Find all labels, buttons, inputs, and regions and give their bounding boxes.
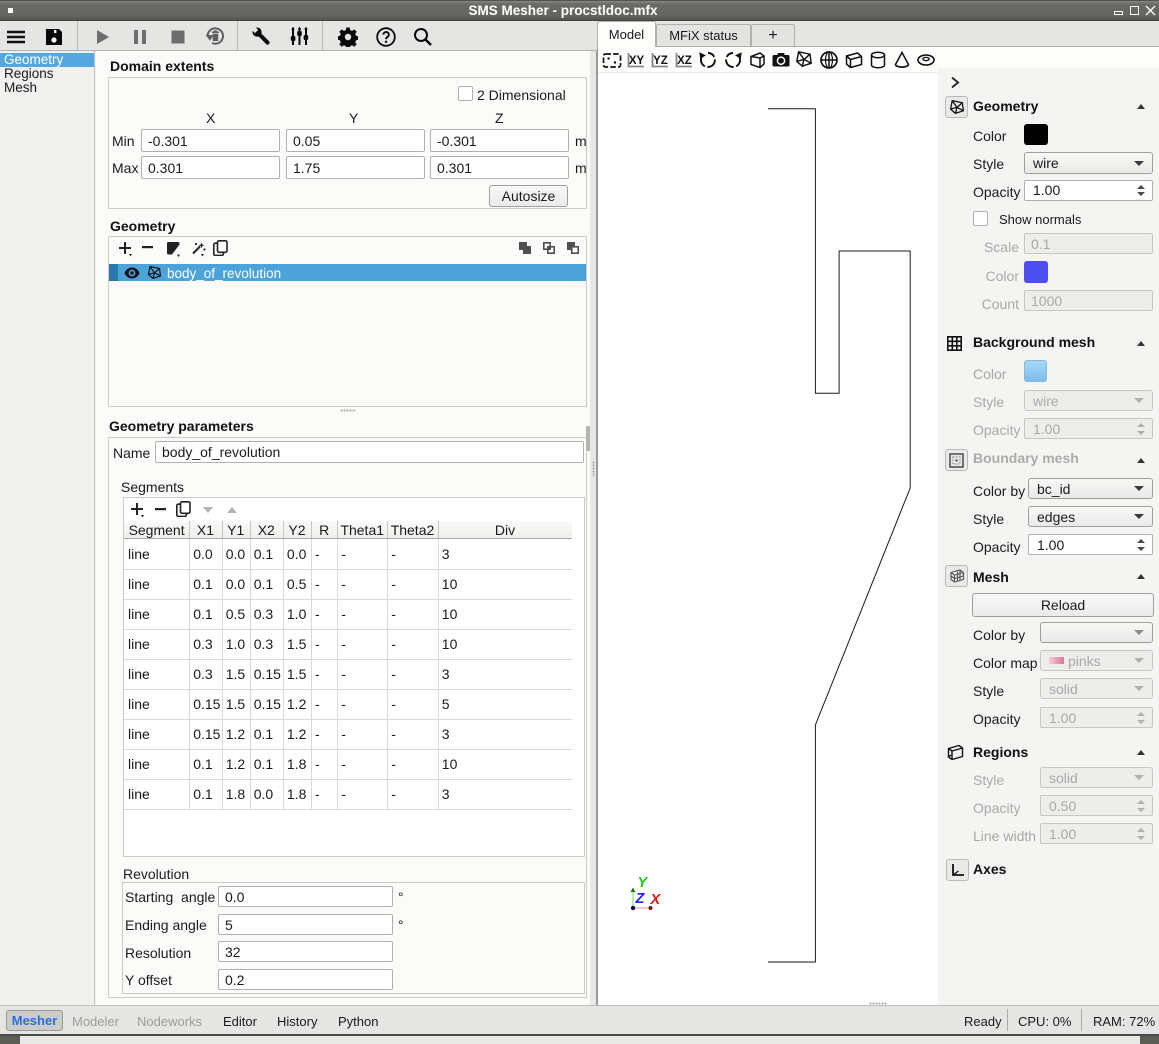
svg-text:XY: XY bbox=[629, 55, 645, 67]
svg-text:XZ: XZ bbox=[677, 55, 692, 67]
svg-text:YZ: YZ bbox=[653, 55, 668, 67]
svg-text:Y: Y bbox=[638, 875, 649, 891]
svg-text:X: X bbox=[650, 892, 662, 908]
svg-text:Z: Z bbox=[635, 891, 646, 907]
